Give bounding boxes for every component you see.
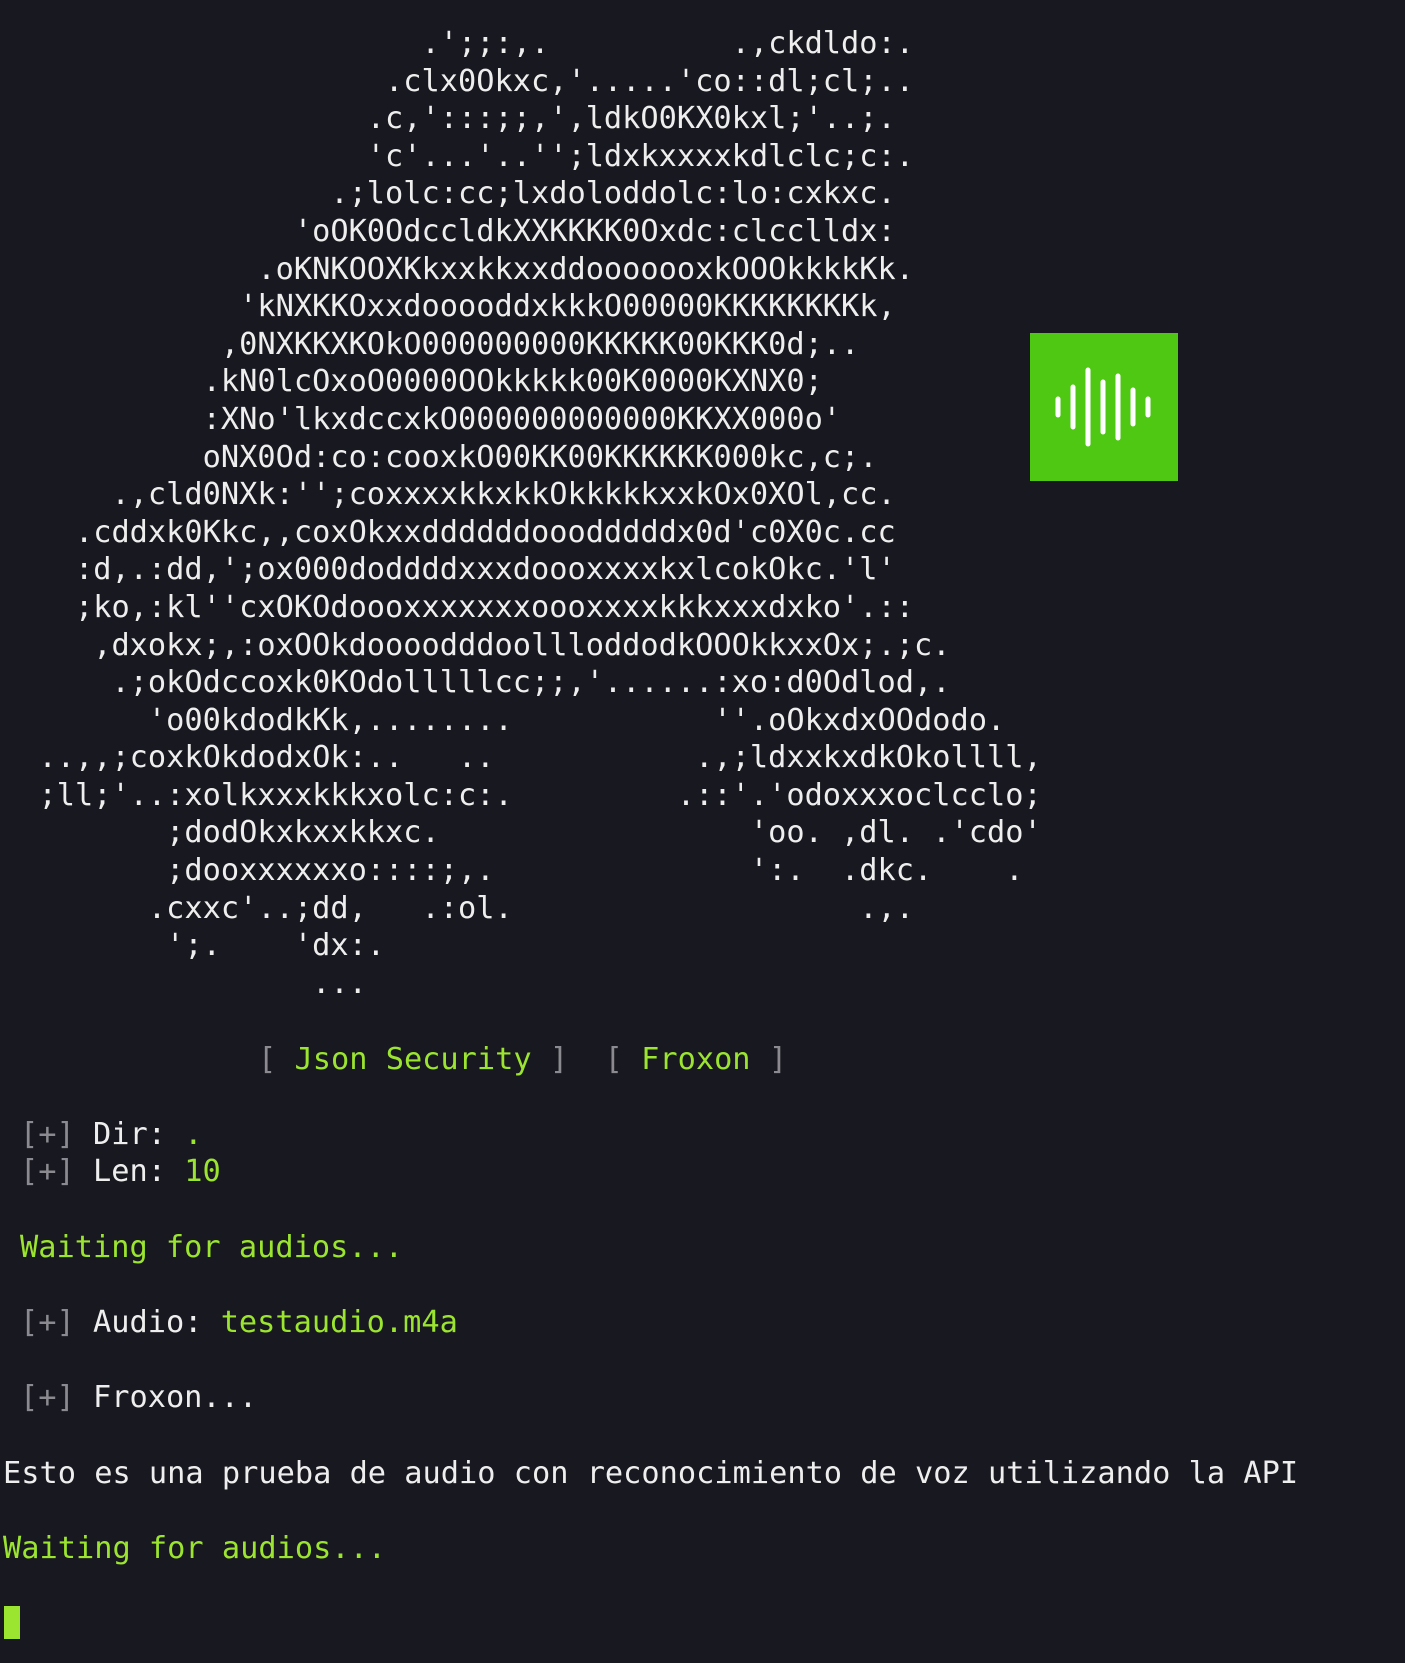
audio-wave-icon: [1055, 367, 1151, 447]
banner-json-security: Json Security: [294, 1042, 532, 1077]
ascii-line: .kN0lcOxoO0000OOkkkkk00K0000KXNX0;: [2, 364, 823, 400]
banner-bracket: ]: [549, 1042, 569, 1077]
audio-filename: testaudio.m4a: [220, 1305, 458, 1340]
banner-bracket: [: [258, 1042, 277, 1077]
ascii-line: ;dodOkxkxxkkxc. 'oo. ,dl. .'cdo': [2, 815, 1042, 851]
banner-froxon: Froxon: [641, 1042, 751, 1077]
ascii-line: :XNo'lkxdccxkO000000000000KKXX000o': [2, 401, 842, 437]
ascii-line: oNX0Od:co:cooxkO00KK00KKKKKK000kc,c;.: [2, 439, 878, 475]
ascii-line: ;ll;'..:xolkxxxkkkxolc:c:. .::'.'odoxxxo…: [2, 777, 1042, 813]
ascii-line: ;dooxxxxxxo::::;,. ':. .dkc. .: [2, 853, 1024, 889]
prefix-marker: [+]: [20, 1117, 75, 1152]
dir-line: [+] Dir: .: [20, 1116, 202, 1153]
len-line: [+] Len: 10: [20, 1153, 221, 1190]
prefix-marker: [+]: [20, 1305, 75, 1340]
len-label: Len:: [92, 1154, 166, 1189]
ascii-line: .';;:,. .,ckdldo:.: [2, 26, 915, 61]
ascii-line: .;okOdccoxk0KOdolllllcc;;,'......:xo:d0O…: [2, 665, 951, 701]
banner-bracket: [: [604, 1042, 623, 1077]
len-value: 10: [184, 1154, 221, 1189]
froxon-line: [+] Froxon...: [20, 1379, 257, 1416]
audio-label: Audio:: [92, 1305, 203, 1340]
ascii-art: .';;:,. .,ckdldo:. .clx0Okxc,'.....'co::…: [2, 25, 1042, 1002]
dir-label: Dir:: [92, 1117, 166, 1152]
ascii-line: .c,':::;;,',ldkO0KX0kxl;'..;.: [2, 101, 896, 137]
ascii-line: .oKNKOOXKkxxkkxxddooooooxkOOOkkkkKk.: [2, 251, 915, 287]
ascii-line: ..,,;coxkOkdodxOk:.. .. .,;ldxxkxdkOkoll…: [2, 740, 1042, 776]
ascii-line: ';. 'dx:.: [2, 928, 386, 964]
transcript-text: Esto es una prueba de audio con reconoci…: [3, 1456, 1299, 1491]
ascii-line: :d,.:dd,';ox000doddddxxxdoooxxxxkxlcokOk…: [2, 552, 896, 588]
ascii-line: ,dxokx;,:oxOOkdoooodddoollloddodkOOOkkxx…: [2, 627, 951, 663]
ascii-line: 'oOK0OdccldkXXKKKK0Oxdc:clcclldx:: [2, 213, 896, 249]
froxon-status: Froxon...: [92, 1380, 258, 1415]
ascii-line: .,cld0NXk:'';coxxxxkkxkkOkkkkkxxkOx0XOl,…: [2, 477, 896, 513]
ascii-line: 'kNXKKOxxdooooddxkkkO00000KKKKKKKKk,: [2, 289, 896, 325]
waiting-status: Waiting for audios...: [20, 1230, 404, 1265]
dir-value: .: [184, 1117, 203, 1152]
ascii-line: 'o00kdodkKk,........ ''.oOkxdxOOdodo.: [2, 702, 1006, 738]
ascii-line: ...: [2, 965, 367, 1001]
banner: [ Json Security ] [ Froxon ]: [258, 1041, 787, 1078]
banner-bracket: ]: [768, 1042, 788, 1077]
audio-line: [+] Audio: testaudio.m4a: [20, 1304, 458, 1341]
ascii-line: .cddxk0Kkc,,coxOkxxddddddooodddddx0d'c0X…: [2, 514, 896, 550]
audio-logo: [1030, 333, 1178, 481]
waiting-status: Waiting for audios...: [3, 1531, 387, 1566]
ascii-line: 'c'...'..'';ldxkxxxxkdlclc;c:.: [2, 138, 915, 174]
prefix-marker: [+]: [20, 1380, 75, 1415]
ascii-line: ;ko,:kl''cxOKOdoooxxxxxxxoooxxxxkkkxxxdx…: [2, 589, 915, 625]
terminal-cursor: [4, 1606, 20, 1639]
ascii-line: .cxxc'..;dd, .:ol. .,.: [2, 890, 915, 926]
ascii-line: .clx0Okxc,'.....'co::dl;cl;..: [2, 63, 915, 99]
prefix-marker: [+]: [20, 1154, 75, 1189]
ascii-line: .;lolc:cc;lxdoloddolc:lo:cxkxc.: [2, 176, 896, 212]
ascii-line: ,0NXKKXKOkO000000000KKKKK00KKK0d;..: [2, 326, 860, 362]
